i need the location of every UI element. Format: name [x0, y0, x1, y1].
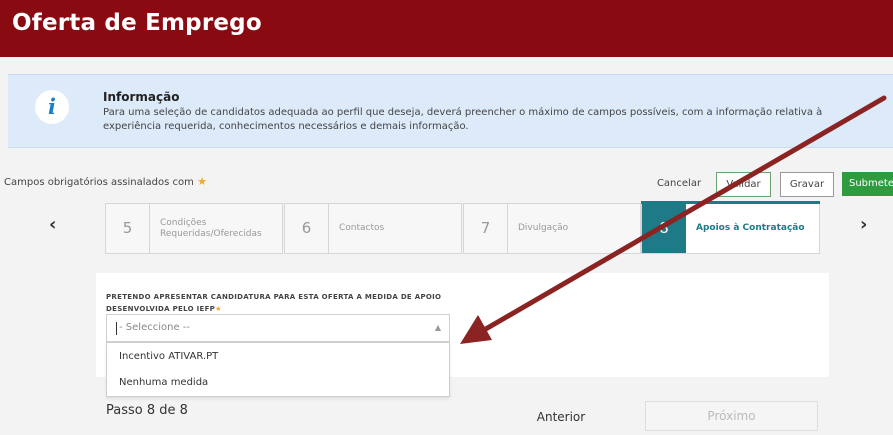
active-step-indicator	[641, 201, 820, 204]
next-button[interactable]: Próximo	[645, 401, 818, 431]
save-button[interactable]: Gravar	[780, 172, 834, 197]
step-label: Contactos	[339, 223, 385, 233]
cancel-button[interactable]: Cancelar	[652, 172, 706, 196]
required-note-text: Campos obrigatórios assinalados com	[4, 177, 194, 188]
option-nenhuma-medida[interactable]: Nenhuma medida	[119, 377, 208, 388]
page-header: Oferta de Emprego	[0, 0, 893, 57]
required-star-icon: ★	[197, 175, 207, 188]
step-counter: Passo 8 de 8	[106, 403, 188, 418]
step-label: Divulgação	[518, 223, 569, 233]
previous-button[interactable]: Anterior	[528, 406, 594, 428]
wizard-step-7[interactable]: 7 Divulgação	[463, 203, 641, 254]
step-label: Condições Requeridas/Oferecidas	[160, 217, 262, 239]
select-dropdown: Incentivo ATIVAR.PT Nenhuma medida	[106, 342, 450, 397]
info-title: Informação	[103, 90, 180, 104]
required-fields-note: Campos obrigatórios assinalados com ★	[4, 175, 207, 188]
wizard-step-8[interactable]: 8 Apoios à Contratação	[641, 203, 820, 254]
support-measure-select[interactable]: - Seleccione -- ▲	[106, 314, 450, 342]
question-text: PRETENDO APRESENTAR CANDIDATURA PARA EST…	[106, 293, 442, 313]
page-title: Oferta de Emprego	[12, 10, 262, 36]
question-label: PRETENDO APRESENTAR CANDIDATURA PARA EST…	[106, 291, 476, 315]
chevron-up-icon[interactable]: ▲	[435, 323, 441, 332]
info-text: Para uma seleção de candidatos adequada …	[103, 107, 823, 132]
wizard-next-icon[interactable]: ›	[860, 214, 867, 235]
step-number: 5	[106, 204, 150, 253]
required-star-icon: ★	[215, 305, 222, 313]
select-value: - Seleccione --	[119, 322, 190, 333]
text-cursor	[116, 322, 117, 335]
wizard-step-5[interactable]: 5 Condições Requeridas/Oferecidas	[105, 203, 283, 254]
info-icon: i	[35, 90, 69, 124]
option-incentivo-ativar[interactable]: Incentivo ATIVAR.PT	[119, 351, 218, 362]
step-number: 6	[285, 204, 329, 253]
wizard-prev-icon[interactable]: ‹	[49, 214, 56, 235]
step-label: Apoios à Contratação	[696, 223, 805, 233]
submit-button[interactable]: Submeter	[842, 172, 893, 196]
step-number: 7	[464, 204, 508, 253]
step-number: 8	[642, 204, 686, 253]
validate-button[interactable]: Validar	[716, 172, 771, 197]
wizard-step-6[interactable]: 6 Contactos	[284, 203, 462, 254]
